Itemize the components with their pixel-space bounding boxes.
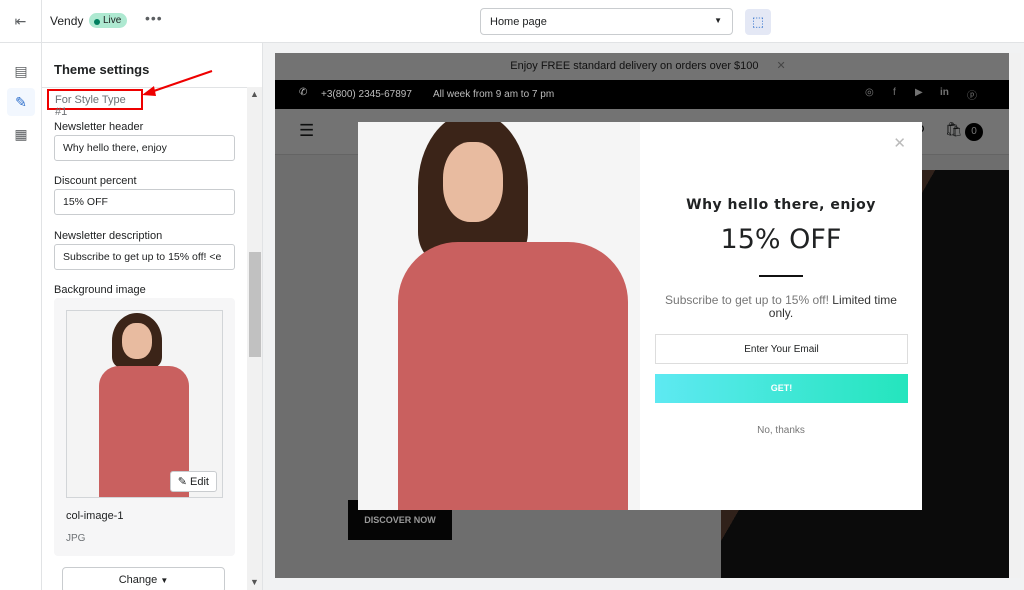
more-actions-button[interactable]: ••• [145, 10, 163, 26]
apps-icon[interactable]: ▦ [7, 120, 35, 148]
top-bar: ⇤ Vendy Live ••• Home page ▼ ⬚ [0, 0, 1024, 43]
announcement-text: Enjoy FREE standard delivery on orders o… [510, 60, 759, 72]
phone-number: +3(800) 2345-67897 [321, 89, 412, 100]
change-label: Change [118, 574, 158, 586]
store-name: Vendy [50, 14, 84, 28]
popup-content: ✕ Why hello there, enjoy 15% OFF Subscri… [640, 122, 922, 510]
scroll-up-icon[interactable]: ▲ [250, 89, 259, 99]
email-input[interactable]: Enter Your Email [655, 334, 908, 364]
sidebar-rail: ▤ ✎ ▦ [0, 43, 42, 590]
description-text: Subscribe to get up to 15% off! [665, 293, 829, 307]
settings-panel: Theme settings For Style Type #1 Newslet… [42, 43, 263, 590]
popup-image [358, 122, 640, 510]
no-thanks-link[interactable]: No, thanks [640, 425, 922, 436]
panel-title: Theme settings [54, 62, 150, 77]
caret-down-icon: ▼ [160, 576, 169, 585]
discount-percent-label: Discount percent [54, 175, 137, 187]
chevron-down-icon: ▼ [714, 16, 722, 25]
close-icon[interactable]: ✕ [893, 134, 906, 152]
newsletter-description-label: Newsletter description [54, 230, 163, 242]
sections-icon[interactable]: ▤ [7, 57, 35, 85]
change-image-button[interactable]: Change ▼ [62, 567, 225, 590]
image-card: ✎ Edit col-image-1 JPG [54, 298, 235, 556]
preview-scrollbar[interactable] [1009, 53, 1021, 578]
newsletter-description-input[interactable]: Subscribe to get up to 15% off! <e [54, 244, 235, 270]
scroll-down-icon[interactable]: ▼ [250, 577, 259, 587]
storefront-preview: Enjoy FREE standard delivery on orders o… [275, 53, 1021, 578]
theme-settings-icon[interactable]: ✎ [7, 88, 35, 116]
image-thumbnail: ✎ Edit [66, 310, 223, 498]
exit-icon[interactable]: ⇤ [0, 0, 42, 43]
newsletter-popup: ✕ Why hello there, enjoy 15% OFF Subscri… [358, 122, 922, 510]
popup-description: Subscribe to get up to 15% off! Limited … [656, 294, 906, 320]
page-select[interactable]: Home page ▼ [480, 8, 733, 35]
popup-discount: 15% OFF [720, 224, 842, 255]
phone-icon: ✆ [299, 87, 308, 98]
newsletter-header-label: Newsletter header [54, 121, 144, 133]
get-button[interactable]: GET! [655, 374, 908, 403]
edit-label: Edit [190, 476, 209, 488]
popup-header: Why hello there, enjoy [686, 197, 876, 213]
divider [759, 275, 803, 277]
background-image-label: Background image [54, 284, 146, 296]
panel-scrollbar[interactable]: ▲ ▼ [247, 87, 262, 590]
style-type-label: For Style Type #1 [47, 89, 143, 118]
hours: All week from 9 am to 7 pm [433, 89, 555, 100]
discount-percent-input[interactable]: 15% OFF [54, 189, 235, 215]
file-name: col-image-1 [66, 510, 124, 522]
status-badge: Live [89, 13, 128, 28]
page-select-value: Home page [490, 16, 547, 28]
edit-image-button[interactable]: ✎ Edit [169, 471, 217, 492]
newsletter-header-input[interactable]: Why hello there, enjoy [54, 135, 235, 161]
file-type: JPG [66, 533, 86, 544]
inspector-icon[interactable]: ⬚ [745, 9, 771, 35]
preview-area: Enjoy FREE standard delivery on orders o… [263, 43, 1024, 590]
annotation-arrow [142, 70, 213, 96]
scrollbar-thumb[interactable] [249, 252, 261, 357]
